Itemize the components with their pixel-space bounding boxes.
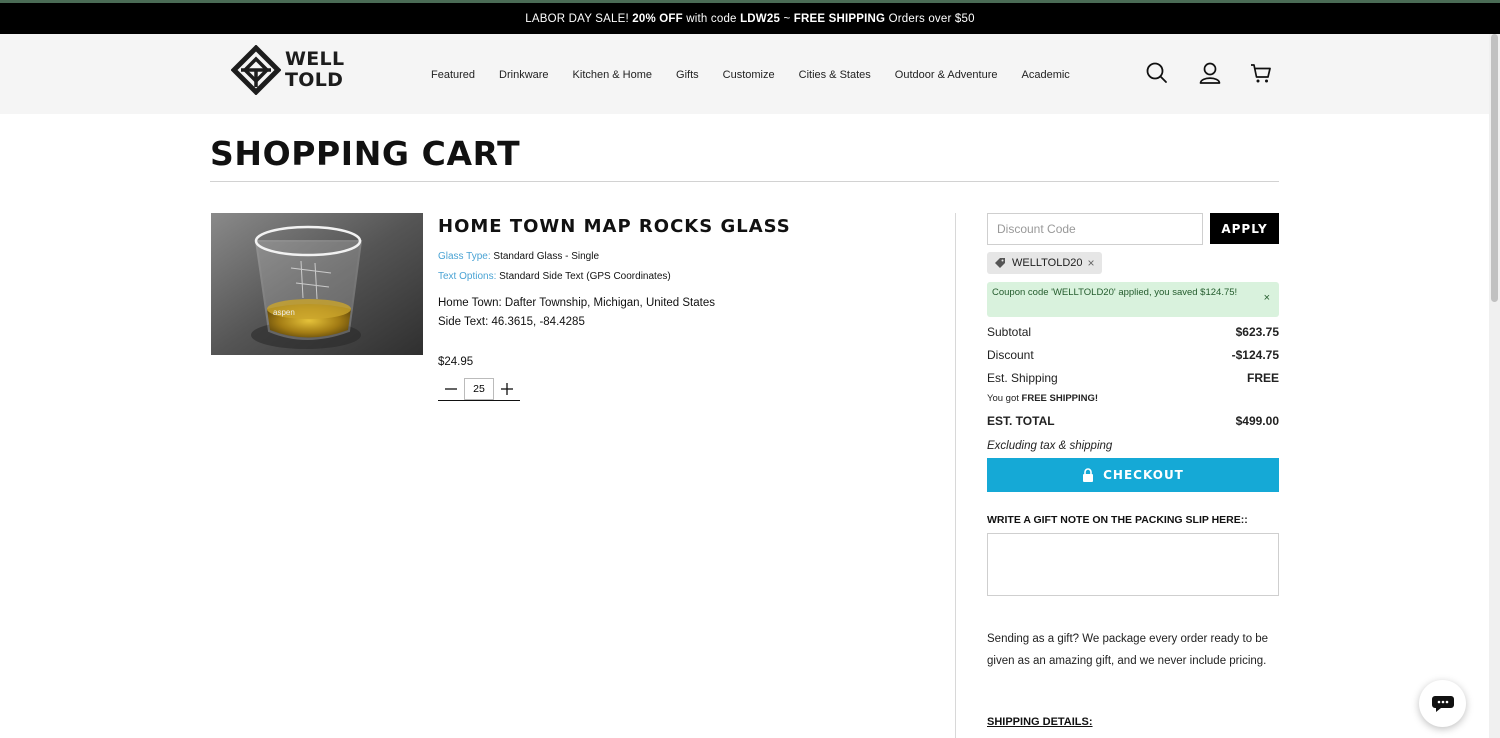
chat-widget-button[interactable] xyxy=(1419,680,1466,727)
total-row: EST. TOTAL $499.00 xyxy=(987,414,1279,428)
nav-academic[interactable]: Academic xyxy=(1022,69,1070,81)
shipping-label: Est. Shipping xyxy=(987,371,1058,385)
gift-note-textarea[interactable] xyxy=(987,533,1279,596)
tag-icon xyxy=(995,258,1005,268)
product-name[interactable]: HOME TOWN MAP ROCKS GLASS xyxy=(438,216,791,237)
option-text-options-key: Text Options: xyxy=(438,271,497,282)
announcement-discount: 20% OFF xyxy=(632,12,683,25)
close-alert-icon[interactable]: × xyxy=(1264,292,1270,305)
quantity-input[interactable] xyxy=(464,378,494,400)
option-glass-type: Glass Type: Standard Glass - Single xyxy=(438,251,599,262)
rocks-glass-illustration: aspen xyxy=(211,213,423,355)
coupon-tag: WELLTOLD20 × xyxy=(987,252,1102,274)
subtotal-label: Subtotal xyxy=(987,325,1032,339)
logo-line1: WELL xyxy=(285,48,345,70)
column-divider xyxy=(955,213,956,738)
apply-discount-button[interactable]: APPLY xyxy=(1210,213,1279,244)
coupon-alert-text: Coupon code 'WELLTOLD20' applied, you sa… xyxy=(992,287,1238,298)
discount-row: Discount -$124.75 xyxy=(987,348,1279,362)
title-divider xyxy=(210,181,1279,182)
logo-text: WELL TOLD xyxy=(285,49,344,91)
gift-info-text: Sending as a gift? We package every orde… xyxy=(987,633,1269,667)
nav-cities-states[interactable]: Cities & States xyxy=(799,69,871,81)
logo-mark-icon xyxy=(231,45,281,95)
option-text-options: Text Options: Standard Side Text (GPS Co… xyxy=(438,271,671,282)
logo[interactable]: WELL TOLD xyxy=(231,45,351,95)
nav-outdoor-adventure[interactable]: Outdoor & Adventure xyxy=(895,69,998,81)
glass-label-text: aspen xyxy=(273,308,295,317)
discount-code-input[interactable] xyxy=(987,213,1203,245)
plus-icon xyxy=(501,383,513,395)
announcement-suffix: Orders over $50 xyxy=(885,12,975,25)
account-icon[interactable] xyxy=(1197,60,1223,86)
checkout-label: CHECKOUT xyxy=(1103,468,1184,482)
nav-drinkware[interactable]: Drinkware xyxy=(499,69,549,81)
free-shipping-prefix: You got xyxy=(987,393,1022,404)
coupon-tag-label: WELLTOLD20 xyxy=(1012,257,1083,269)
discount-value: -$124.75 xyxy=(1231,348,1279,362)
item-price: $24.95 xyxy=(438,356,474,368)
hometown-text: Home Town: Dafter Township, Michigan, Un… xyxy=(438,297,715,309)
announcement-bar: LABOR DAY SALE! 20% OFF with code LDW25 … xyxy=(0,3,1500,34)
gift-note-label: WRITE A GIFT NOTE ON THE PACKING SLIP HE… xyxy=(987,514,1248,526)
search-icon[interactable] xyxy=(1144,60,1170,86)
total-label: EST. TOTAL xyxy=(987,414,1055,428)
free-shipping-note: You got FREE SHIPPING! xyxy=(987,393,1098,404)
nav-gifts[interactable]: Gifts xyxy=(676,69,699,81)
announcement-sep: ~ xyxy=(780,12,794,25)
coupon-success-alert: Coupon code 'WELLTOLD20' applied, you sa… xyxy=(987,282,1279,317)
excluding-note: Excluding tax & shipping xyxy=(987,440,1113,452)
shipping-value: FREE xyxy=(1246,371,1279,385)
quantity-decrease-button[interactable] xyxy=(438,378,464,400)
subtotal-value: $623.75 xyxy=(1235,325,1279,339)
option-text-options-value: Standard Side Text (GPS Coordinates) xyxy=(496,271,671,282)
subtotal-row: Subtotal $623.75 xyxy=(987,325,1279,339)
shipping-row: Est. Shipping FREE xyxy=(987,371,1279,385)
product-image[interactable]: aspen xyxy=(211,213,423,355)
free-shipping-strong: FREE SHIPPING! xyxy=(1021,393,1099,404)
main-nav: Featured Drinkware Kitchen & Home Gifts … xyxy=(431,69,1094,81)
checkout-button[interactable]: CHECKOUT xyxy=(987,458,1279,492)
option-glass-type-key: Glass Type: xyxy=(438,251,491,262)
quantity-stepper xyxy=(438,378,520,401)
minus-icon xyxy=(445,388,457,390)
cart-icon[interactable] xyxy=(1248,60,1274,86)
announcement-mid: with code xyxy=(682,12,741,25)
announcement-shipping: FREE SHIPPING xyxy=(793,12,886,25)
announcement-code: LDW25 xyxy=(740,12,781,25)
scrollbar-thumb[interactable] xyxy=(1491,34,1498,302)
page-title: SHOPPING CART xyxy=(210,134,521,173)
total-value: $499.00 xyxy=(1235,414,1279,428)
option-glass-type-value: Standard Glass - Single xyxy=(490,251,600,262)
remove-coupon-icon[interactable]: × xyxy=(1088,256,1095,270)
chat-icon xyxy=(1431,695,1454,712)
lock-icon xyxy=(1083,468,1094,482)
nav-kitchen-home[interactable]: Kitchen & Home xyxy=(573,69,652,81)
nav-customize[interactable]: Customize xyxy=(723,69,775,81)
scrollbar[interactable] xyxy=(1489,34,1500,738)
logo-line2: TOLD xyxy=(285,69,344,91)
sidetext-text: Side Text: 46.3615, -84.4285 xyxy=(438,316,585,328)
discount-label: Discount xyxy=(987,348,1034,362)
site-header: WELL TOLD Featured Drinkware Kitchen & H… xyxy=(0,34,1489,114)
nav-featured[interactable]: Featured xyxy=(431,69,475,81)
quantity-increase-button[interactable] xyxy=(494,378,520,400)
shipping-details-link[interactable]: SHIPPING DETAILS: xyxy=(987,716,1093,728)
announcement-prefix: LABOR DAY SALE! xyxy=(525,12,633,25)
